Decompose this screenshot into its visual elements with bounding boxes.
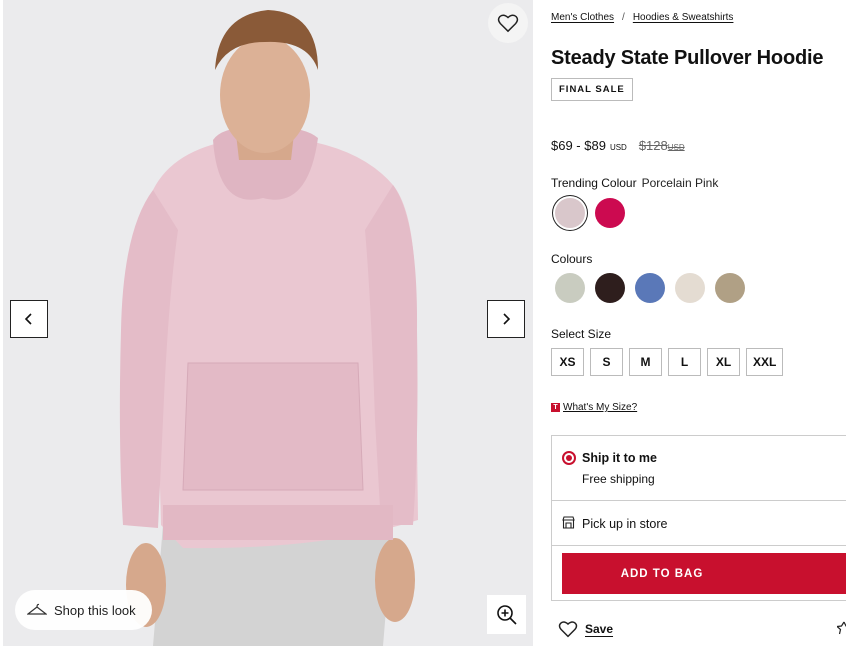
swatch-trending-red[interactable] <box>595 198 625 228</box>
select-size-label: Select Size <box>551 327 612 341</box>
save-label: Save <box>585 622 614 636</box>
breadcrumb-mens-clothes[interactable]: Men's Clothes <box>551 12 614 23</box>
size-s[interactable]: S <box>590 348 623 376</box>
colours-label: Colours <box>551 252 593 266</box>
price: $69 - $89 USD $128USD <box>551 138 685 153</box>
colour-swatches <box>555 273 745 303</box>
sale-currency: USD <box>609 143 627 152</box>
pickup-in-store-option[interactable]: Pick up in store <box>552 501 846 546</box>
fulfillment-options: Ship it to me Free shipping Pick up in s… <box>551 435 846 601</box>
product-title: Steady State Pullover Hoodie <box>551 47 824 69</box>
product-details-panel: Men's Clothes / Hoodies & Sweatshirts St… <box>551 0 846 646</box>
store-icon <box>562 516 575 529</box>
ship-subtitle: Free shipping <box>582 472 655 486</box>
heart-icon <box>497 14 519 33</box>
trending-colour-label: Trending Colour Porcelain Pink <box>551 176 718 190</box>
product-photo <box>3 0 533 646</box>
swatch-dark-brown[interactable] <box>595 273 625 303</box>
product-image-gallery: Shop this look <box>3 0 533 646</box>
next-image-button[interactable] <box>487 300 525 338</box>
radio-selected-dot <box>566 455 572 461</box>
trending-label-text: Trending Colour <box>551 176 637 190</box>
chevron-left-icon <box>24 313 32 325</box>
swatch-khaki[interactable] <box>715 273 745 303</box>
swatch-blue[interactable] <box>635 273 665 303</box>
final-sale-badge: FINAL SALE <box>551 78 633 101</box>
ship-to-me-option[interactable]: Ship it to me Free shipping <box>552 436 846 501</box>
breadcrumb: Men's Clothes / Hoodies & Sweatshirts <box>551 12 733 23</box>
size-l[interactable]: L <box>668 348 701 376</box>
hanger-icon <box>27 603 47 615</box>
sale-price: $69 - $89 <box>551 138 606 153</box>
save-button[interactable]: Save <box>558 620 613 638</box>
zoom-in-icon <box>496 604 517 625</box>
trending-swatches <box>555 198 625 228</box>
selected-colour-name: Porcelain Pink <box>641 176 719 190</box>
chevron-right-icon <box>503 313 511 325</box>
swatch-cream[interactable] <box>675 273 705 303</box>
shop-this-look-label: Shop this look <box>54 602 136 618</box>
original-price: $128USD <box>639 138 685 153</box>
swatch-porcelain-pink[interactable] <box>555 198 585 228</box>
ship-radio[interactable] <box>562 451 576 465</box>
add-to-bag-button[interactable]: ADD TO BAG <box>562 553 846 594</box>
ship-title: Ship it to me <box>582 451 657 465</box>
original-price-value: $128 <box>638 138 668 153</box>
pickup-label: Pick up in store <box>582 517 668 531</box>
original-currency: USD <box>667 143 685 152</box>
zoom-button[interactable] <box>487 595 526 634</box>
breadcrumb-separator: / <box>622 12 625 23</box>
whats-my-size-link[interactable]: What's My Size? <box>563 402 637 413</box>
star-icon[interactable] <box>837 621 846 635</box>
shop-this-look-button[interactable]: Shop this look <box>15 590 152 630</box>
size-xs[interactable]: XS <box>551 348 584 376</box>
size-fit-logo: T <box>551 403 560 412</box>
size-xl[interactable]: XL <box>707 348 740 376</box>
size-xxl[interactable]: XXL <box>746 348 784 376</box>
size-m[interactable]: M <box>629 348 662 376</box>
previous-image-button[interactable] <box>10 300 48 338</box>
favorite-button[interactable] <box>488 3 528 43</box>
heart-outline-icon <box>558 621 578 638</box>
size-fit-link-row: T What's My Size? <box>551 402 637 413</box>
swatch-sage[interactable] <box>555 273 585 303</box>
breadcrumb-hoodies-sweatshirts[interactable]: Hoodies & Sweatshirts <box>633 12 734 23</box>
size-selector: XS S M L XL XXL <box>551 348 784 376</box>
